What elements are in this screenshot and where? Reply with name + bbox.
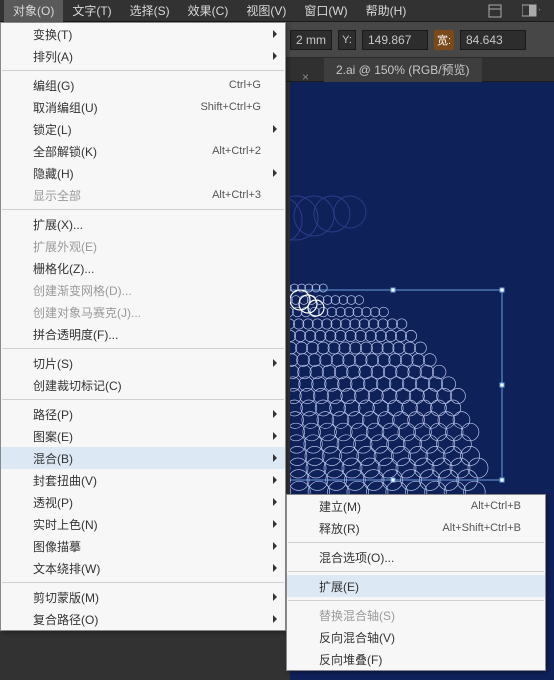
- tab-document[interactable]: 2.ai @ 150% (RGB/预览): [324, 58, 482, 82]
- menu-item[interactable]: 实时上色(N): [1, 513, 285, 535]
- menu-item[interactable]: 编组(G)Ctrl+G: [1, 74, 285, 96]
- menu-item[interactable]: 透视(P): [1, 491, 285, 513]
- menu-item[interactable]: 路径(P): [1, 403, 285, 425]
- menu-item[interactable]: 建立(M)Alt+Ctrl+B: [287, 495, 545, 517]
- y-field[interactable]: 149.867: [362, 30, 428, 50]
- layout-dropdown-icon[interactable]: [522, 3, 540, 19]
- chevron-right-icon: [273, 30, 277, 38]
- menu-item[interactable]: 变换(T): [1, 23, 285, 45]
- doc-icon[interactable]: [486, 3, 504, 19]
- tab-prev[interactable]: ×: [290, 58, 324, 82]
- menubar: 对象(O) 文字(T) 选择(S) 效果(C) 视图(V) 窗口(W) 帮助(H…: [0, 0, 554, 22]
- menu-item: 扩展外观(E): [1, 235, 285, 257]
- blend-submenu: 建立(M)Alt+Ctrl+B释放(R)Alt+Shift+Ctrl+B 混合选项…: [286, 494, 546, 671]
- menu-item[interactable]: 锁定(L): [1, 118, 285, 140]
- menu-item[interactable]: 取消编组(U)Shift+Ctrl+G: [1, 96, 285, 118]
- menu-item[interactable]: 栅格化(Z)...: [1, 257, 285, 279]
- chevron-right-icon: [273, 410, 277, 418]
- menu-item[interactable]: 创建裁切标记(C): [1, 374, 285, 396]
- menu-item[interactable]: 全部解锁(K)Alt+Ctrl+2: [1, 140, 285, 162]
- menu-item: 创建渐变网格(D)...: [1, 279, 285, 301]
- chevron-right-icon: [273, 169, 277, 177]
- menu-item[interactable]: 文本绕排(W): [1, 557, 285, 579]
- chevron-right-icon: [273, 125, 277, 133]
- menu-item[interactable]: 混合(B): [1, 447, 285, 469]
- width-field[interactable]: 84.643: [460, 30, 526, 50]
- menu-effect[interactable]: 效果(C): [179, 0, 238, 22]
- menu-item[interactable]: 剪切蒙版(M): [1, 586, 285, 608]
- chevron-right-icon: [273, 593, 277, 601]
- chevron-right-icon: [273, 564, 277, 572]
- y-label: Y:: [338, 30, 356, 50]
- menu-item[interactable]: 拼合透明度(F)...: [1, 323, 285, 345]
- menu-item[interactable]: 反向混合轴(V): [287, 626, 545, 648]
- menu-item[interactable]: 封套扭曲(V): [1, 469, 285, 491]
- menu-view[interactable]: 视图(V): [237, 0, 295, 22]
- menu-item: 替换混合轴(S): [287, 604, 545, 626]
- menu-item: 创建对象马赛克(J)...: [1, 301, 285, 323]
- chevron-right-icon: [273, 498, 277, 506]
- chevron-right-icon: [273, 359, 277, 367]
- chevron-right-icon: [273, 52, 277, 60]
- menu-object[interactable]: 对象(O): [4, 0, 63, 22]
- chevron-right-icon: [273, 454, 277, 462]
- menu-item[interactable]: 图案(E): [1, 425, 285, 447]
- menu-item[interactable]: 排列(A): [1, 45, 285, 67]
- chevron-right-icon: [273, 432, 277, 440]
- object-menu: 变换(T)排列(A) 编组(G)Ctrl+G取消编组(U)Shift+Ctrl+G…: [0, 22, 286, 631]
- menu-item[interactable]: 切片(S): [1, 352, 285, 374]
- menu-item[interactable]: 扩展(E): [287, 575, 545, 597]
- menu-item[interactable]: 反向堆叠(F): [287, 648, 545, 670]
- chevron-right-icon: [273, 520, 277, 528]
- menu-type[interactable]: 文字(T): [63, 0, 120, 22]
- menu-select[interactable]: 选择(S): [121, 0, 179, 22]
- menu-item[interactable]: 隐藏(H): [1, 162, 285, 184]
- chevron-right-icon: [273, 542, 277, 550]
- menu-help[interactable]: 帮助(H): [357, 0, 416, 22]
- chevron-right-icon: [273, 615, 277, 623]
- x-field[interactable]: 2 mm: [290, 30, 332, 50]
- menu-item[interactable]: 释放(R)Alt+Shift+Ctrl+B: [287, 517, 545, 539]
- menu-window[interactable]: 窗口(W): [295, 0, 356, 22]
- menu-item[interactable]: 混合选项(O)...: [287, 546, 545, 568]
- width-label: 宽:: [434, 30, 454, 50]
- chevron-right-icon: [273, 476, 277, 484]
- menu-item: 显示全部Alt+Ctrl+3: [1, 184, 285, 206]
- menu-item[interactable]: 扩展(X)...: [1, 213, 285, 235]
- menu-item[interactable]: 图像描摹: [1, 535, 285, 557]
- menu-item[interactable]: 复合路径(O): [1, 608, 285, 630]
- close-icon[interactable]: ×: [302, 65, 312, 75]
